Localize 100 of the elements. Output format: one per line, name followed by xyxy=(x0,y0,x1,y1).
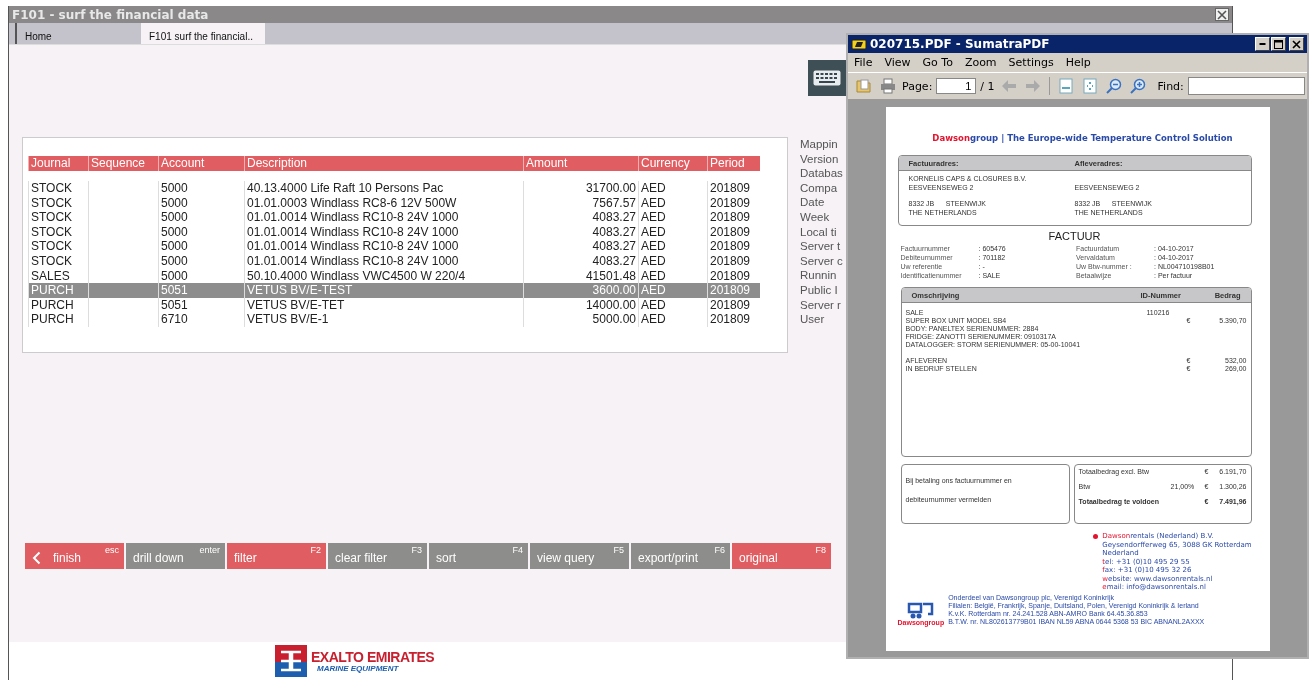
table-cell: AED xyxy=(638,210,707,225)
info-label: Version xyxy=(800,151,840,167)
table-row[interactable]: STOCK 5000 01.01.0003 Windlass RC8-6 12V 500W 7567.57 AED 201809 xyxy=(28,195,760,211)
logo-name: EXALTO EMIRATES xyxy=(311,649,435,664)
page-label: Page: xyxy=(902,79,933,93)
function-key-button[interactable]: filter F2 xyxy=(227,543,326,569)
table-cell: STOCK xyxy=(28,224,88,240)
table-cell: 5000 xyxy=(158,239,244,254)
table-cell: AED xyxy=(638,312,707,327)
table-cell: AED xyxy=(638,181,707,196)
table-cell: AED xyxy=(638,239,707,254)
column-header[interactable]: Currency xyxy=(638,156,707,171)
table-cell: 5000 xyxy=(158,253,244,269)
column-header[interactable]: Journal xyxy=(28,156,88,171)
table-cell: AED xyxy=(638,283,707,298)
table-cell: 5000 xyxy=(158,181,244,196)
function-key-button[interactable]: original F8 xyxy=(732,543,831,569)
table-row[interactable]: STOCK 5000 01.01.0014 Windlass RC10-8 24V 1000 4083.27 AED 201809 xyxy=(28,253,760,269)
table-cell: AED xyxy=(638,297,707,313)
info-label: Server t xyxy=(800,239,842,254)
table-row[interactable]: STOCK 5000 40.13.4000 Life Raft 10 Persons Pac 31700.00 AED 201809 xyxy=(28,181,760,196)
table-cell: AED xyxy=(638,253,707,269)
info-label: Server c xyxy=(800,253,843,269)
table-cell: 01.01.0014 Windlass RC10-8 24V 1000 xyxy=(244,239,523,254)
info-label: Compa xyxy=(800,180,839,196)
info-label: Local ti xyxy=(800,224,838,240)
table-cell: 5000 xyxy=(158,210,244,225)
page-number-field[interactable]: 1 xyxy=(936,78,977,94)
info-label: Runnin xyxy=(800,268,838,283)
table-row[interactable]: PURCH 6710 VETUS BV/E-1 5000.00 AED 201809 xyxy=(28,312,760,327)
table-cell: 4083.27 xyxy=(523,210,638,225)
menu-item[interactable]: Help xyxy=(1059,53,1097,72)
invoice-title: FACTUUR xyxy=(1047,230,1102,242)
table-cell: 201809 xyxy=(707,312,760,327)
page-total: / 1 xyxy=(980,79,995,93)
table-cell: STOCK xyxy=(28,181,88,196)
table-cell: 40.13.4000 Life Raft 10 Persons Pac xyxy=(244,181,523,196)
table-row[interactable]: STOCK 5000 01.01.0014 Windlass RC10-8 24V 1000 4083.27 AED 201809 xyxy=(28,210,760,225)
table-cell: 201809 xyxy=(707,239,760,254)
table-cell: 201809 xyxy=(707,283,760,298)
table-cell: STOCK xyxy=(28,210,88,225)
table-cell: 01.01.0014 Windlass RC10-8 24V 1000 xyxy=(244,210,523,225)
table-row[interactable]: STOCK 5000 01.01.0014 Windlass RC10-8 24V 1000 4083.27 AED 201809 xyxy=(28,239,760,254)
table-cell: 7567.57 xyxy=(523,195,638,211)
table-cell: 4083.27 xyxy=(523,253,638,269)
logo-tagline: MARINE EQUIPMENT xyxy=(316,663,400,673)
info-label: Mappin xyxy=(800,137,839,152)
table-cell: STOCK xyxy=(28,253,88,269)
info-label: Databas xyxy=(800,166,843,181)
table-cell: 201809 xyxy=(707,195,760,211)
table-cell: 4083.27 xyxy=(523,239,638,254)
table-cell: 31700.00 xyxy=(523,181,638,196)
table-cell: 5000 xyxy=(158,195,244,211)
column-header[interactable]: Description xyxy=(244,156,523,171)
table-cell: AED xyxy=(638,224,707,240)
info-label: User xyxy=(800,312,826,327)
info-label: Week xyxy=(800,209,831,225)
find-label: Find: xyxy=(1157,79,1184,93)
menu-item[interactable]: Go To xyxy=(916,53,959,72)
table-cell: 4083.27 xyxy=(523,224,638,240)
table-cell: AED xyxy=(638,195,707,211)
menu-item[interactable]: Zoom xyxy=(958,53,1003,72)
table-cell: 14000.00 xyxy=(523,297,638,313)
table-cell: 6710 xyxy=(158,312,244,327)
column-header[interactable]: Amount xyxy=(523,156,638,171)
table-cell: 5000 xyxy=(158,224,244,240)
tab[interactable]: F101 surf the financial.. xyxy=(141,23,265,44)
table-row[interactable]: PURCH 5051 VETUS BV/E-TET 14000.00 AED 201809 xyxy=(28,297,760,313)
table-cell: 201809 xyxy=(707,297,760,313)
menu-item[interactable]: Settings xyxy=(1002,53,1060,72)
table-cell: 3600.00 xyxy=(523,283,638,298)
info-label: Server r xyxy=(800,297,842,313)
table-cell: STOCK xyxy=(28,195,88,211)
table-row[interactable]: STOCK 5000 01.01.0014 Windlass RC10-8 24V 1000 4083.27 AED 201809 xyxy=(28,224,760,240)
table-cell: VETUS BV/E-1 xyxy=(244,312,523,327)
table-cell: PURCH xyxy=(28,297,88,313)
table-cell: 5051 xyxy=(158,297,244,313)
table-cell: 5051 xyxy=(158,283,244,298)
function-key-button[interactable]: finish esc xyxy=(25,543,124,569)
window-title: F101 - surf the financial data xyxy=(12,7,209,22)
table-cell: 201809 xyxy=(707,181,760,196)
table-cell: 201809 xyxy=(707,224,760,240)
info-label: Public I xyxy=(800,282,839,298)
window-title: 020715.PDF - SumatraPDF xyxy=(870,37,1051,51)
column-header[interactable]: Account xyxy=(158,156,244,171)
table-cell: 201809 xyxy=(707,210,760,225)
table-cell: 01.01.0014 Windlass RC10-8 24V 1000 xyxy=(244,224,523,240)
table-cell: 01.01.0003 Windlass RC8-6 12V 500W xyxy=(244,195,523,211)
column-header[interactable]: Period xyxy=(707,156,760,171)
table-cell: 01.01.0014 Windlass RC10-8 24V 1000 xyxy=(244,253,523,269)
table-cell: STOCK xyxy=(28,239,88,254)
table-cell: 5000.00 xyxy=(523,312,638,327)
menu-item[interactable]: View xyxy=(878,53,917,72)
table-cell: VETUS BV/E-TET xyxy=(244,297,523,313)
column-header[interactable]: Sequence xyxy=(88,156,158,171)
table-cell: 201809 xyxy=(707,253,760,269)
table-cell: PURCH xyxy=(28,283,88,298)
document-letterhead: Dawsongroup | The Europe-wide Temperature Control Solution xyxy=(931,133,1234,143)
table-cell: PURCH xyxy=(28,312,88,327)
menu-item[interactable]: File xyxy=(848,53,879,72)
